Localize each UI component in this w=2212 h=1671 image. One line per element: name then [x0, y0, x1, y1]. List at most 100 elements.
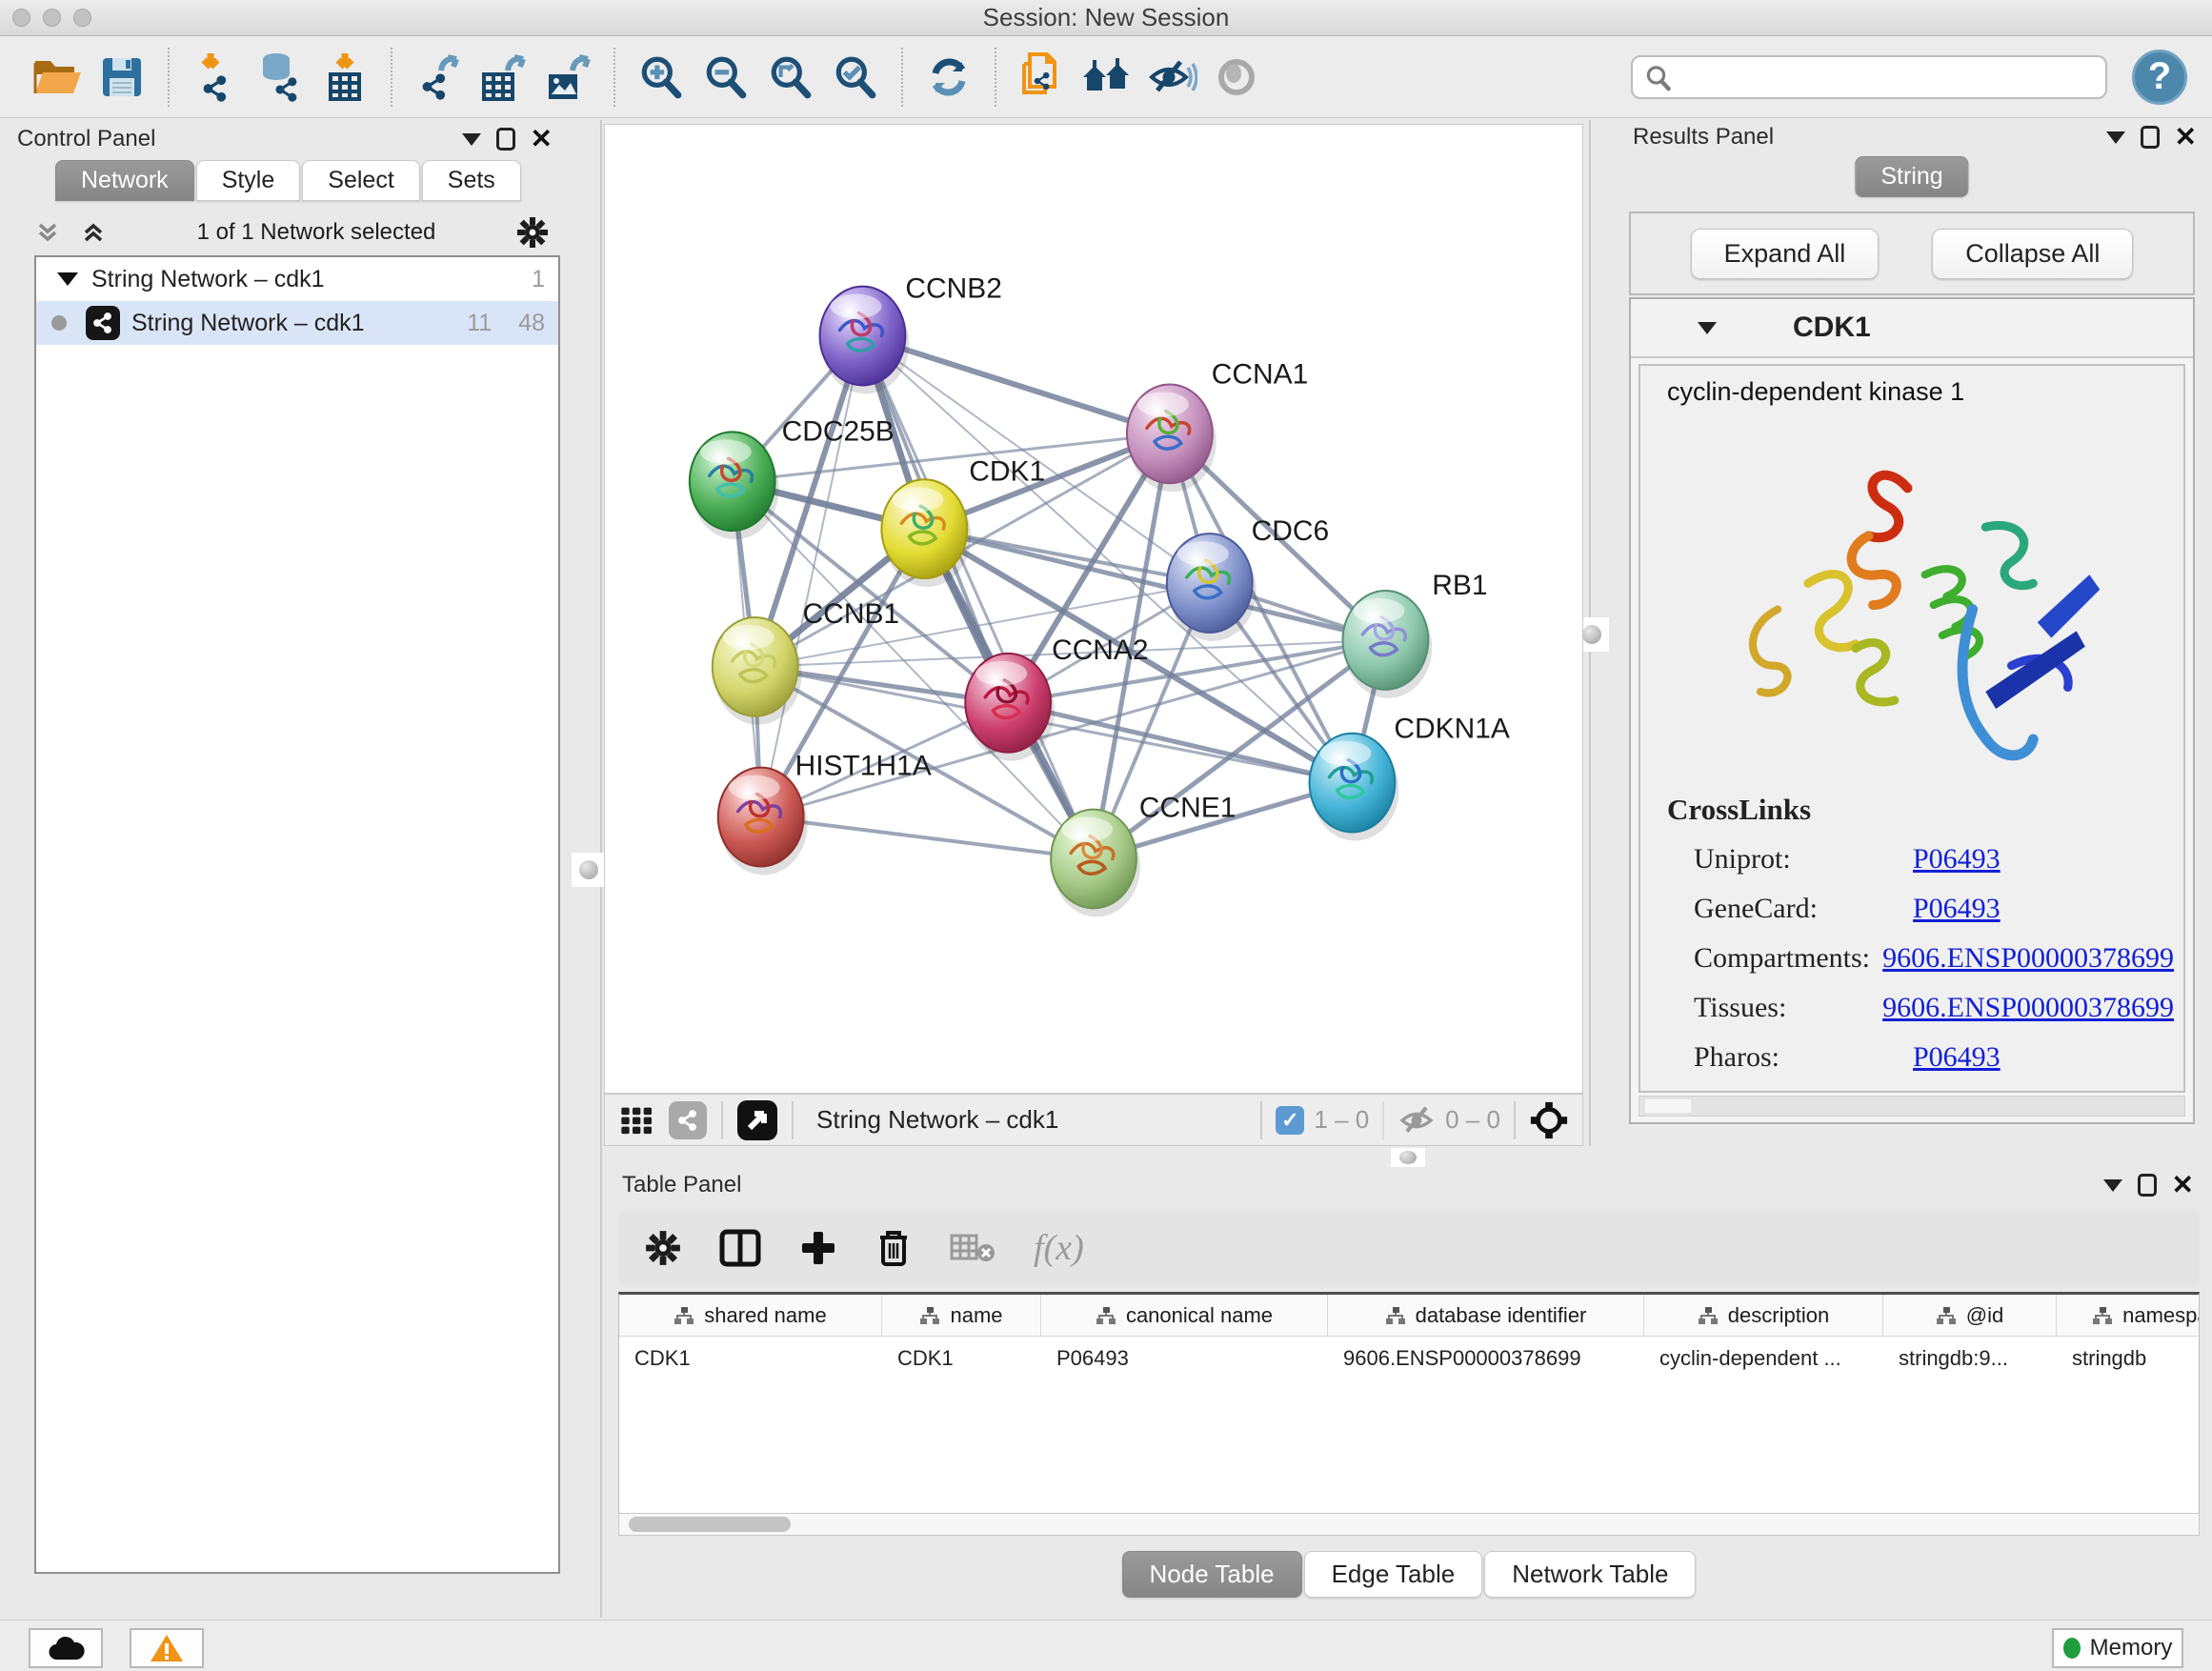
crosslink-link[interactable]: P06493 — [1913, 843, 2001, 876]
grid-view-icon[interactable] — [618, 1101, 656, 1139]
panel-menu-icon[interactable] — [2103, 1179, 2122, 1192]
results-scrollbar[interactable] — [1639, 1096, 2185, 1117]
panel-float-icon[interactable] — [496, 128, 515, 151]
network-collection-row[interactable]: String Network – cdk1 1 — [36, 257, 558, 301]
table-row[interactable]: CDK1CDK1P064939606.ENSP00000378699cyclin… — [619, 1337, 2199, 1380]
network-node-HIST1H1A[interactable]: HIST1H1A — [718, 751, 932, 876]
import-network-database-button[interactable] — [252, 49, 308, 106]
show-all-networks-button[interactable] — [1079, 49, 1135, 106]
tab-network[interactable]: Network — [55, 160, 194, 201]
node-label-CDKN1A: CDKN1A — [1394, 714, 1509, 745]
open-session-button[interactable] — [30, 49, 85, 106]
collapse-icon[interactable] — [57, 272, 78, 286]
panel-menu-icon[interactable] — [462, 133, 481, 146]
search-input[interactable] — [1631, 55, 2107, 99]
scrollbar-thumb[interactable] — [629, 1517, 791, 1532]
tab-string[interactable]: String — [1855, 156, 1968, 197]
network-options-gear-icon[interactable] — [516, 216, 549, 249]
zoom-in-button[interactable] — [633, 49, 689, 106]
crosslink-label: Pharos: — [1694, 1041, 1913, 1074]
zoom-out-button[interactable] — [698, 49, 754, 106]
export-network-button[interactable] — [411, 49, 466, 106]
tab-node-table[interactable]: Node Table — [1122, 1551, 1302, 1598]
expand-all-button[interactable]: Expand All — [1691, 229, 1880, 279]
crosslink-link[interactable]: 9606.ENSP00000378699 — [1882, 992, 2174, 1024]
column-header-description[interactable]: description — [1644, 1295, 1883, 1336]
table-panel: Table Panel ✕ f(x) shared namenamecanoni… — [614, 1168, 2203, 1612]
refresh-button[interactable] — [921, 49, 976, 106]
panel-close-icon[interactable]: ✕ — [2172, 1172, 2194, 1198]
crosslinks-title: CrossLinks — [1667, 793, 1811, 827]
panel-close-icon[interactable]: ✕ — [2175, 124, 2197, 151]
network-canvas[interactable]: CCNB2CCNA1CDC25BCDK1CDC6RB1CCNB1CCNA2CDK… — [604, 124, 1583, 1094]
node-label-RB1: RB1 — [1432, 570, 1487, 601]
table-options-gear-icon[interactable] — [645, 1230, 681, 1266]
zoom-selected-button[interactable] — [828, 49, 883, 106]
fit-selected-crosshair-icon[interactable] — [1529, 1100, 1569, 1140]
crosslink-link[interactable]: P06493 — [1913, 893, 2001, 925]
network-node-CDKN1A[interactable]: CDKN1A — [1310, 714, 1510, 841]
delete-table-icon[interactable] — [950, 1232, 995, 1264]
crosslink-link[interactable]: P06493 — [1913, 1041, 2001, 1074]
expand-all-icon[interactable] — [80, 219, 107, 246]
crosslink-row: GeneCard:P06493 — [1694, 884, 2174, 934]
show-hidden-button[interactable] — [1209, 49, 1264, 106]
tab-style[interactable]: Style — [196, 160, 301, 201]
collapse-all-icon[interactable] — [34, 219, 61, 246]
hidden-eye-icon[interactable] — [1398, 1101, 1436, 1139]
network-share-icon[interactable] — [668, 1100, 708, 1140]
network-row[interactable]: String Network – cdk1 11 48 — [36, 301, 558, 345]
add-column-icon[interactable] — [799, 1229, 837, 1267]
collapse-gene-icon[interactable] — [1698, 322, 1717, 334]
node-table: shared namenamecanonical namedatabase id… — [618, 1292, 2200, 1513]
import-network-file-button[interactable] — [188, 49, 243, 106]
selected-nodes-checkbox[interactable]: ✓ — [1276, 1106, 1304, 1135]
column-header-shared-name[interactable]: shared name — [619, 1295, 882, 1336]
column-header-name[interactable]: name — [882, 1295, 1041, 1336]
horizontal-splitter-handle[interactable] — [1391, 1148, 1425, 1167]
panel-menu-icon[interactable] — [2106, 131, 2125, 144]
column-header--id[interactable]: @id — [1883, 1295, 2057, 1336]
table-cell: stringdb:9... — [1883, 1337, 2057, 1380]
export-table-button[interactable] — [475, 49, 531, 106]
panel-float-icon[interactable] — [2138, 1174, 2157, 1197]
network-node-CCNB2[interactable]: CCNB2 — [820, 273, 1002, 394]
gene-symbol: CDK1 — [1793, 312, 1871, 344]
export-image-button[interactable] — [540, 49, 595, 106]
crosslink-link[interactable]: 9606.ENSP00000378699 — [1882, 942, 2174, 975]
delete-column-trash-icon[interactable] — [875, 1228, 912, 1268]
memory-button[interactable]: Memory — [2052, 1628, 2183, 1668]
crosslink-row: Compartments:9606.ENSP00000378699 — [1694, 934, 2174, 983]
tab-edge-table[interactable]: Edge Table — [1304, 1551, 1483, 1598]
column-header-database-identifier[interactable]: database identifier — [1328, 1295, 1644, 1336]
control-panel: Control Panel ✕ Network Style Select Set… — [8, 122, 570, 1618]
node-label-CDK1: CDK1 — [969, 455, 1045, 487]
column-header-canonical-name[interactable]: canonical name — [1041, 1295, 1328, 1336]
save-session-button[interactable] — [94, 49, 150, 106]
network-node-CCNE1[interactable]: CCNE1 — [1051, 793, 1236, 917]
cloud-status-button[interactable] — [29, 1628, 103, 1668]
help-button[interactable]: ? — [2132, 50, 2187, 105]
import-table-file-button[interactable] — [317, 49, 372, 106]
zoom-fit-button[interactable] — [763, 49, 818, 106]
network-node-CCNA1[interactable]: CCNA1 — [1127, 358, 1308, 492]
gene-section-header[interactable]: CDK1 — [1631, 299, 2193, 358]
tab-sets[interactable]: Sets — [422, 160, 521, 201]
warning-status-button[interactable] — [130, 1628, 204, 1668]
panel-close-icon[interactable]: ✕ — [531, 126, 553, 152]
network-node-CDC25B[interactable]: CDC25B — [690, 415, 895, 539]
tab-select[interactable]: Select — [302, 160, 419, 201]
string-import-button[interactable] — [1015, 49, 1070, 106]
birds-eye-view-icon[interactable] — [736, 1099, 778, 1141]
collapse-all-button[interactable]: Collapse All — [1932, 229, 2133, 279]
hide-selected-button[interactable] — [1144, 49, 1199, 106]
left-splitter-handle[interactable] — [572, 853, 606, 887]
network-node-RB1[interactable]: RB1 — [1342, 570, 1487, 698]
column-header-namespace[interactable]: namespace — [2057, 1295, 2200, 1336]
show-columns-icon[interactable] — [719, 1229, 761, 1267]
network-tree: String Network – cdk1 1 String Network –… — [34, 255, 560, 1574]
tab-network-table[interactable]: Network Table — [1484, 1551, 1696, 1598]
table-horizontal-scrollbar[interactable] — [618, 1513, 2200, 1536]
table-cell: 9606.ENSP00000378699 — [1328, 1337, 1644, 1380]
panel-float-icon[interactable] — [2141, 126, 2160, 149]
